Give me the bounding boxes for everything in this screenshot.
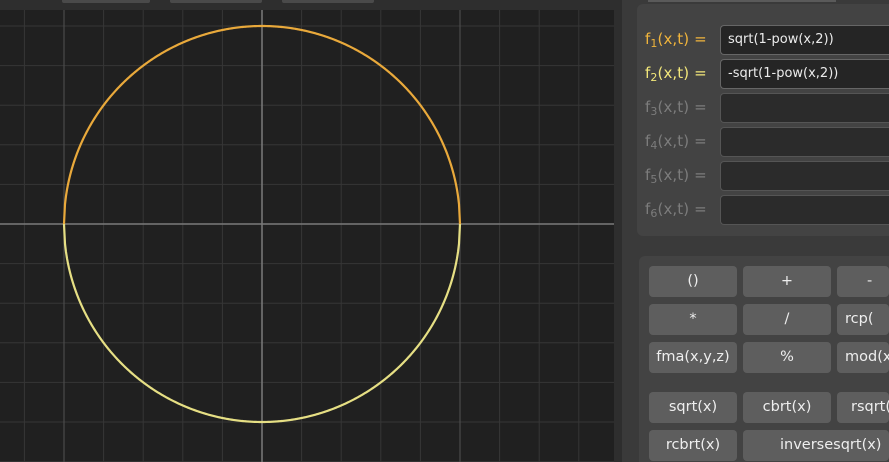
graph-canvas[interactable] [0,10,614,462]
key-inversesqrt[interactable]: inversesqrt(x) [743,430,889,461]
function-row-4: f4(x,t) = [645,127,889,157]
key-rcbrt[interactable]: rcbrt(x) [649,430,737,461]
function-row-2: f2(x,t) = -sqrt(1-pow(x,2)) [645,59,889,89]
key-minus[interactable]: - [837,266,889,297]
key-sqrt[interactable]: sqrt(x) [649,392,737,423]
function-label-f4: f4(x,t) = [645,132,707,152]
key-divide[interactable]: / [743,304,831,335]
key-rsqrt[interactable]: rsqrt( [837,392,889,423]
key-plus[interactable]: + [743,266,831,297]
toolbar-tab[interactable] [62,0,150,3]
toolbar-tab[interactable] [282,0,374,3]
function-label-f2: f2(x,t) = [645,64,707,84]
panel-top-bar [648,0,836,2]
function-input-f2[interactable]: -sqrt(1-pow(x,2)) [720,59,889,89]
graph-plot [0,10,614,462]
function-row-5: f5(x,t) = [645,161,889,191]
function-label-f3: f3(x,t) = [645,98,707,118]
key-multiply[interactable]: * [649,304,737,335]
function-label-f6: f6(x,t) = [645,200,707,220]
function-row-3: f3(x,t) = [645,93,889,123]
function-row-6: f6(x,t) = [645,195,889,225]
function-input-f1[interactable]: sqrt(1-pow(x,2)) [720,25,889,55]
function-input-f4[interactable] [720,127,889,157]
function-input-f6[interactable] [720,195,889,225]
key-fma[interactable]: fma(x,y,z) [649,342,737,373]
key-percent[interactable]: % [743,342,831,373]
function-label-f5: f5(x,t) = [645,166,707,186]
key-rcp[interactable]: rcp( [837,304,889,335]
key-parentheses[interactable]: () [649,266,737,297]
function-label-f1: f1(x,t) = [645,30,707,50]
function-row-1: f1(x,t) = sqrt(1-pow(x,2)) [645,25,889,55]
function-input-f5[interactable] [720,161,889,191]
function-input-f3[interactable] [720,93,889,123]
key-mod[interactable]: mod(x [837,342,889,373]
key-cbrt[interactable]: cbrt(x) [743,392,831,423]
toolbar-tab[interactable] [170,0,262,3]
